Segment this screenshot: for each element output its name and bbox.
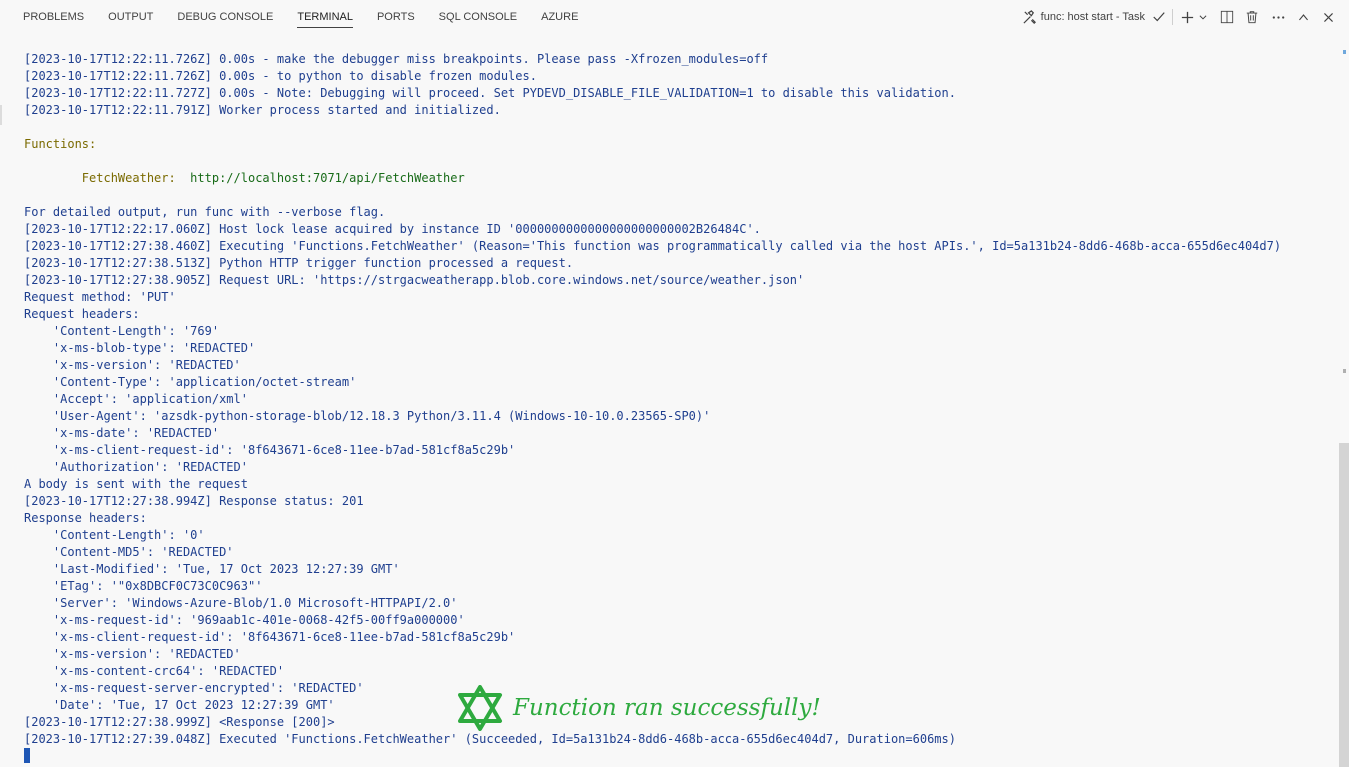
trash-icon[interactable] bbox=[1245, 10, 1259, 24]
terminal-line: 'Content-Type': 'application/octet-strea… bbox=[24, 375, 357, 389]
tab-debug-console[interactable]: DEBUG CONSOLE bbox=[177, 0, 273, 34]
terminal-line: 'Content-Length': '0' bbox=[24, 528, 205, 542]
terminal-line: [2023-10-17T12:22:11.726Z] 0.00s - to py… bbox=[24, 69, 537, 83]
tab-azure[interactable]: AZURE bbox=[541, 0, 578, 34]
success-banner: Function ran successfully! bbox=[455, 685, 821, 731]
tab-terminal[interactable]: TERMINAL bbox=[297, 0, 353, 34]
terminal-line: [2023-10-17T12:22:11.791Z] Worker proces… bbox=[24, 103, 501, 117]
scroll-marker bbox=[1343, 369, 1346, 373]
terminal-line: [2023-10-17T12:22:11.727Z] 0.00s - Note:… bbox=[24, 86, 956, 100]
split-terminal-icon[interactable] bbox=[1220, 10, 1234, 24]
scroll-marker bbox=[1343, 50, 1346, 54]
more-icon[interactable] bbox=[1271, 10, 1286, 25]
terminal-line: 'x-ms-version': 'REDACTED' bbox=[24, 358, 241, 372]
scrollbar-thumb[interactable] bbox=[1339, 443, 1349, 767]
close-icon[interactable] bbox=[1322, 11, 1335, 24]
terminal-line: 'Last-Modified': 'Tue, 17 Oct 2023 12:27… bbox=[24, 562, 400, 576]
panel-header: PROBLEMS OUTPUT DEBUG CONSOLE TERMINAL PORTS… bbox=[0, 0, 1349, 34]
terminal-line: 'User-Agent': 'azsdk-python-storage-blob… bbox=[24, 409, 711, 423]
terminal-line: [2023-10-17T12:27:38.905Z] Request URL: … bbox=[24, 273, 805, 287]
star-icon bbox=[458, 685, 502, 731]
check-icon[interactable] bbox=[1152, 10, 1166, 24]
success-banner-text: Function ran successfully! bbox=[513, 695, 821, 721]
terminal-line: Request headers: bbox=[24, 307, 140, 321]
terminal-line: 'Content-Length': '769' bbox=[24, 324, 220, 338]
terminal-line: 'x-ms-client-request-id': '8f643671-6ce8… bbox=[24, 443, 516, 457]
terminal-line: A body is sent with the request bbox=[24, 477, 248, 491]
terminal-line: 'x-ms-client-request-id': '8f643671-6ce8… bbox=[24, 630, 516, 644]
gutter-marker bbox=[0, 105, 2, 125]
chevron-down-icon[interactable] bbox=[1198, 12, 1208, 22]
terminal-line: 'Authorization': 'REDACTED' bbox=[24, 460, 248, 474]
terminal-line: 'ETag': '"0x8DBCF0C73C0C963"' bbox=[24, 579, 263, 593]
terminal-line: 'Server': 'Windows-Azure-Blob/1.0 Micros… bbox=[24, 596, 458, 610]
panel-actions: func: host start - Task bbox=[1022, 0, 1335, 34]
task-label: func: host start - Task bbox=[1040, 11, 1145, 23]
plus-icon[interactable] bbox=[1180, 10, 1195, 25]
function-url[interactable]: http://localhost:7071/api/FetchWeather bbox=[190, 171, 465, 185]
terminal-line: 'x-ms-request-id': '969aab1c-401e-0068-4… bbox=[24, 613, 465, 627]
terminal-line: For detailed output, run func with --ver… bbox=[24, 205, 386, 219]
terminal-line: 'x-ms-version': 'REDACTED' bbox=[24, 647, 241, 661]
terminal-line: Response headers: bbox=[24, 511, 147, 525]
terminal-cursor bbox=[24, 748, 30, 763]
terminal-line: 'x-ms-blob-type': 'REDACTED' bbox=[24, 341, 256, 355]
terminal-function-line: FetchWeather: http://localhost:7071/api/… bbox=[24, 170, 1324, 187]
panel-tabs: PROBLEMS OUTPUT DEBUG CONSOLE TERMINAL PORTS… bbox=[23, 0, 602, 34]
terminal-line: 'x-ms-content-crc64': 'REDACTED' bbox=[24, 664, 285, 678]
terminal-line: [2023-10-17T12:22:11.726Z] 0.00s - make … bbox=[24, 52, 769, 66]
chevron-up-icon[interactable] bbox=[1297, 11, 1310, 24]
terminal-line: [2023-10-17T12:27:38.513Z] Python HTTP t… bbox=[24, 256, 574, 270]
tab-sql-console[interactable]: SQL CONSOLE bbox=[439, 0, 517, 34]
tab-problems[interactable]: PROBLEMS bbox=[23, 0, 84, 34]
terminal-line: 'Content-MD5': 'REDACTED' bbox=[24, 545, 234, 559]
tab-ports[interactable]: PORTS bbox=[377, 0, 415, 34]
separator bbox=[1172, 9, 1173, 25]
terminal-line: 'x-ms-date': 'REDACTED' bbox=[24, 426, 220, 440]
tab-output[interactable]: OUTPUT bbox=[108, 0, 153, 34]
terminal-line: [2023-10-17T12:27:39.048Z] Executed 'Fun… bbox=[24, 732, 956, 746]
task-selector[interactable]: func: host start - Task bbox=[1022, 9, 1145, 25]
terminal-output[interactable]: [2023-10-17T12:22:11.726Z] 0.00s - make … bbox=[24, 51, 1324, 767]
terminal-line: [2023-10-17T12:27:38.460Z] Executing 'Fu… bbox=[24, 239, 1282, 253]
function-name: FetchWeather: bbox=[24, 171, 191, 185]
terminal-line: Functions: bbox=[24, 137, 97, 151]
tools-icon bbox=[1023, 9, 1036, 24]
terminal-line: [2023-10-17T12:22:17.060Z] Host lock lea… bbox=[24, 222, 761, 236]
terminal-line: 'Accept': 'application/xml' bbox=[24, 392, 248, 406]
terminal-line: [2023-10-17T12:27:38.994Z] Response stat… bbox=[24, 494, 364, 508]
terminal-line: Request method: 'PUT' bbox=[24, 290, 176, 304]
